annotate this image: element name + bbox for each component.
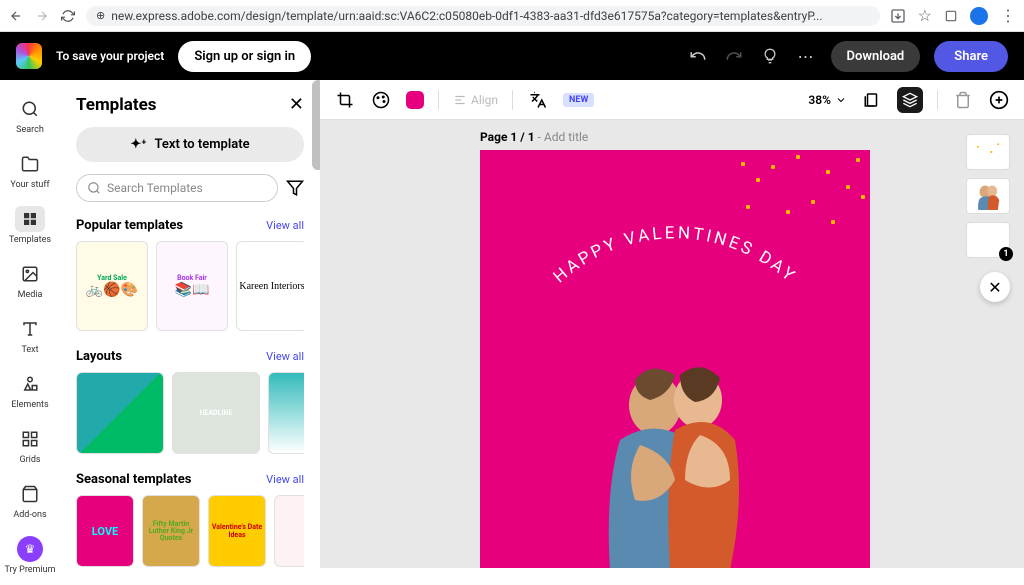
site-settings-icon: ⊕ bbox=[96, 9, 105, 22]
browser-chrome: ⊕ new.express.adobe.com/design/template/… bbox=[0, 0, 1024, 32]
rail-elements[interactable]: Elements bbox=[0, 365, 60, 416]
extensions-icon[interactable] bbox=[944, 9, 958, 23]
canvas-area: Align NEW 38% Page 1 / 1 - Add title bbox=[320, 80, 1024, 568]
app-header: To save your project Sign up or sign in … bbox=[0, 32, 1024, 80]
rail-grids[interactable]: Grids bbox=[0, 420, 60, 471]
canvas-viewport[interactable]: Page 1 / 1 - Add title HAPPY VALENTINES … bbox=[320, 120, 1024, 568]
browser-reload[interactable] bbox=[60, 8, 76, 24]
folder-icon bbox=[15, 151, 45, 177]
text-icon bbox=[15, 316, 45, 342]
text-to-template-button[interactable]: ✦⁺ Text to template bbox=[76, 127, 304, 162]
rail-templates[interactable]: Templates bbox=[0, 200, 60, 251]
search-icon bbox=[15, 96, 45, 122]
addons-icon bbox=[15, 481, 45, 507]
palette-icon[interactable] bbox=[370, 89, 392, 111]
sparkle-icon: ✦⁺ bbox=[130, 137, 146, 152]
layout-thumb[interactable]: HEADLINE bbox=[172, 372, 260, 454]
translate-icon[interactable] bbox=[527, 89, 549, 111]
new-badge: NEW bbox=[563, 93, 594, 107]
close-panel-icon[interactable]: ✕ bbox=[289, 94, 304, 115]
grids-icon bbox=[15, 426, 45, 452]
rail-your-stuff[interactable]: Your stuff bbox=[0, 145, 60, 196]
seasonal-thumb[interactable] bbox=[274, 495, 304, 567]
lightbulb-icon[interactable] bbox=[759, 45, 781, 67]
left-rail: Search Your stuff Templates Media Text E… bbox=[0, 80, 60, 568]
popular-view-all[interactable]: View all bbox=[266, 219, 304, 232]
zoom-control[interactable]: 38% bbox=[808, 93, 847, 107]
chevron-down-icon bbox=[835, 94, 847, 106]
layer-thumb[interactable] bbox=[966, 178, 1010, 214]
share-button[interactable]: Share bbox=[934, 41, 1008, 72]
browser-url-bar[interactable]: ⊕ new.express.adobe.com/design/template/… bbox=[86, 6, 880, 26]
close-thumbs-button[interactable]: ✕ bbox=[980, 272, 1010, 302]
profile-avatar[interactable] bbox=[970, 7, 988, 25]
browser-forward[interactable] bbox=[34, 8, 50, 24]
templates-panel: Templates ✕ ✦⁺ Text to template Search T… bbox=[60, 80, 320, 585]
seasonal-thumb[interactable]: LOVE bbox=[76, 495, 134, 567]
more-icon[interactable]: ⋯ bbox=[795, 45, 817, 67]
browser-menu-icon[interactable]: ⋮ bbox=[1000, 6, 1016, 25]
rail-text[interactable]: Text bbox=[0, 310, 60, 361]
layers-icon[interactable] bbox=[897, 87, 923, 113]
bookmark-icon[interactable]: ☆ bbox=[918, 6, 932, 25]
popular-title: Popular templates bbox=[76, 218, 183, 233]
fill-color-swatch[interactable] bbox=[406, 91, 424, 109]
page-label[interactable]: Page 1 / 1 - Add title bbox=[480, 130, 588, 144]
couple-photo[interactable] bbox=[580, 350, 770, 568]
save-project-text: To save your project bbox=[56, 49, 164, 63]
template-thumb[interactable]: Yard Sale🚲🏀🎨 bbox=[76, 241, 148, 331]
elements-icon bbox=[15, 371, 45, 397]
rail-premium[interactable]: ♛ Try Premium bbox=[0, 530, 60, 581]
layouts-view-all[interactable]: View all bbox=[266, 350, 304, 363]
seasonal-view-all[interactable]: View all bbox=[266, 473, 304, 486]
templates-icon bbox=[15, 206, 45, 232]
media-icon bbox=[15, 261, 45, 287]
layer-thumb[interactable]: 1 bbox=[966, 222, 1010, 258]
layout-thumbnails: HEADLINE bbox=[76, 372, 304, 454]
redo-icon[interactable] bbox=[723, 45, 745, 67]
template-thumb[interactable]: Kareen Interiors bbox=[236, 241, 304, 331]
layouts-title: Layouts bbox=[76, 349, 122, 364]
undo-icon[interactable] bbox=[687, 45, 709, 67]
panel-title: Templates bbox=[76, 95, 157, 115]
rail-search[interactable]: Search bbox=[0, 90, 60, 141]
canvas-toolbar: Align NEW 38% bbox=[320, 80, 1024, 120]
pages-icon[interactable] bbox=[861, 89, 883, 111]
seasonal-thumb[interactable]: Valentine's Date Ideas bbox=[208, 495, 266, 567]
add-page-icon[interactable] bbox=[988, 89, 1010, 111]
browser-back[interactable] bbox=[8, 8, 24, 24]
signup-button[interactable]: Sign up or sign in bbox=[178, 41, 311, 72]
crop-icon[interactable] bbox=[334, 89, 356, 111]
valentine-arc-text[interactable]: HAPPY VALENTINES DAY bbox=[525, 225, 825, 315]
filter-icon[interactable] bbox=[286, 179, 304, 197]
seasonal-thumb[interactable]: Fifty Martin Luther King Jr Quotes bbox=[142, 495, 200, 567]
adobe-express-logo[interactable] bbox=[16, 43, 42, 69]
artboard[interactable]: HAPPY VALENTINES DAY bbox=[480, 150, 870, 568]
seasonal-thumbnails: LOVE Fifty Martin Luther King Jr Quotes … bbox=[76, 495, 304, 567]
align-control: Align bbox=[453, 93, 498, 107]
trash-icon[interactable] bbox=[952, 89, 974, 111]
layer-thumb[interactable] bbox=[966, 134, 1010, 170]
search-templates-input[interactable]: Search Templates bbox=[76, 174, 278, 202]
install-app-icon[interactable] bbox=[890, 8, 906, 24]
layout-thumb[interactable] bbox=[76, 372, 164, 454]
layer-thumbnails: 1 ✕ bbox=[966, 134, 1010, 302]
search-icon bbox=[87, 181, 101, 195]
premium-icon: ♛ bbox=[17, 536, 43, 562]
download-button[interactable]: Download bbox=[831, 41, 921, 72]
svg-text:HAPPY VALENTINES DAY: HAPPY VALENTINES DAY bbox=[550, 225, 801, 287]
rail-addons[interactable]: Add-ons bbox=[0, 475, 60, 526]
popular-thumbnails: Yard Sale🚲🏀🎨 Book Fair📚📖 Kareen Interior… bbox=[76, 241, 304, 331]
rail-media[interactable]: Media bbox=[0, 255, 60, 306]
url-text: new.express.adobe.com/design/template/ur… bbox=[111, 9, 822, 23]
seasonal-title: Seasonal templates bbox=[76, 472, 191, 487]
layout-thumb[interactable] bbox=[268, 372, 304, 454]
template-thumb[interactable]: Book Fair📚📖 bbox=[156, 241, 228, 331]
